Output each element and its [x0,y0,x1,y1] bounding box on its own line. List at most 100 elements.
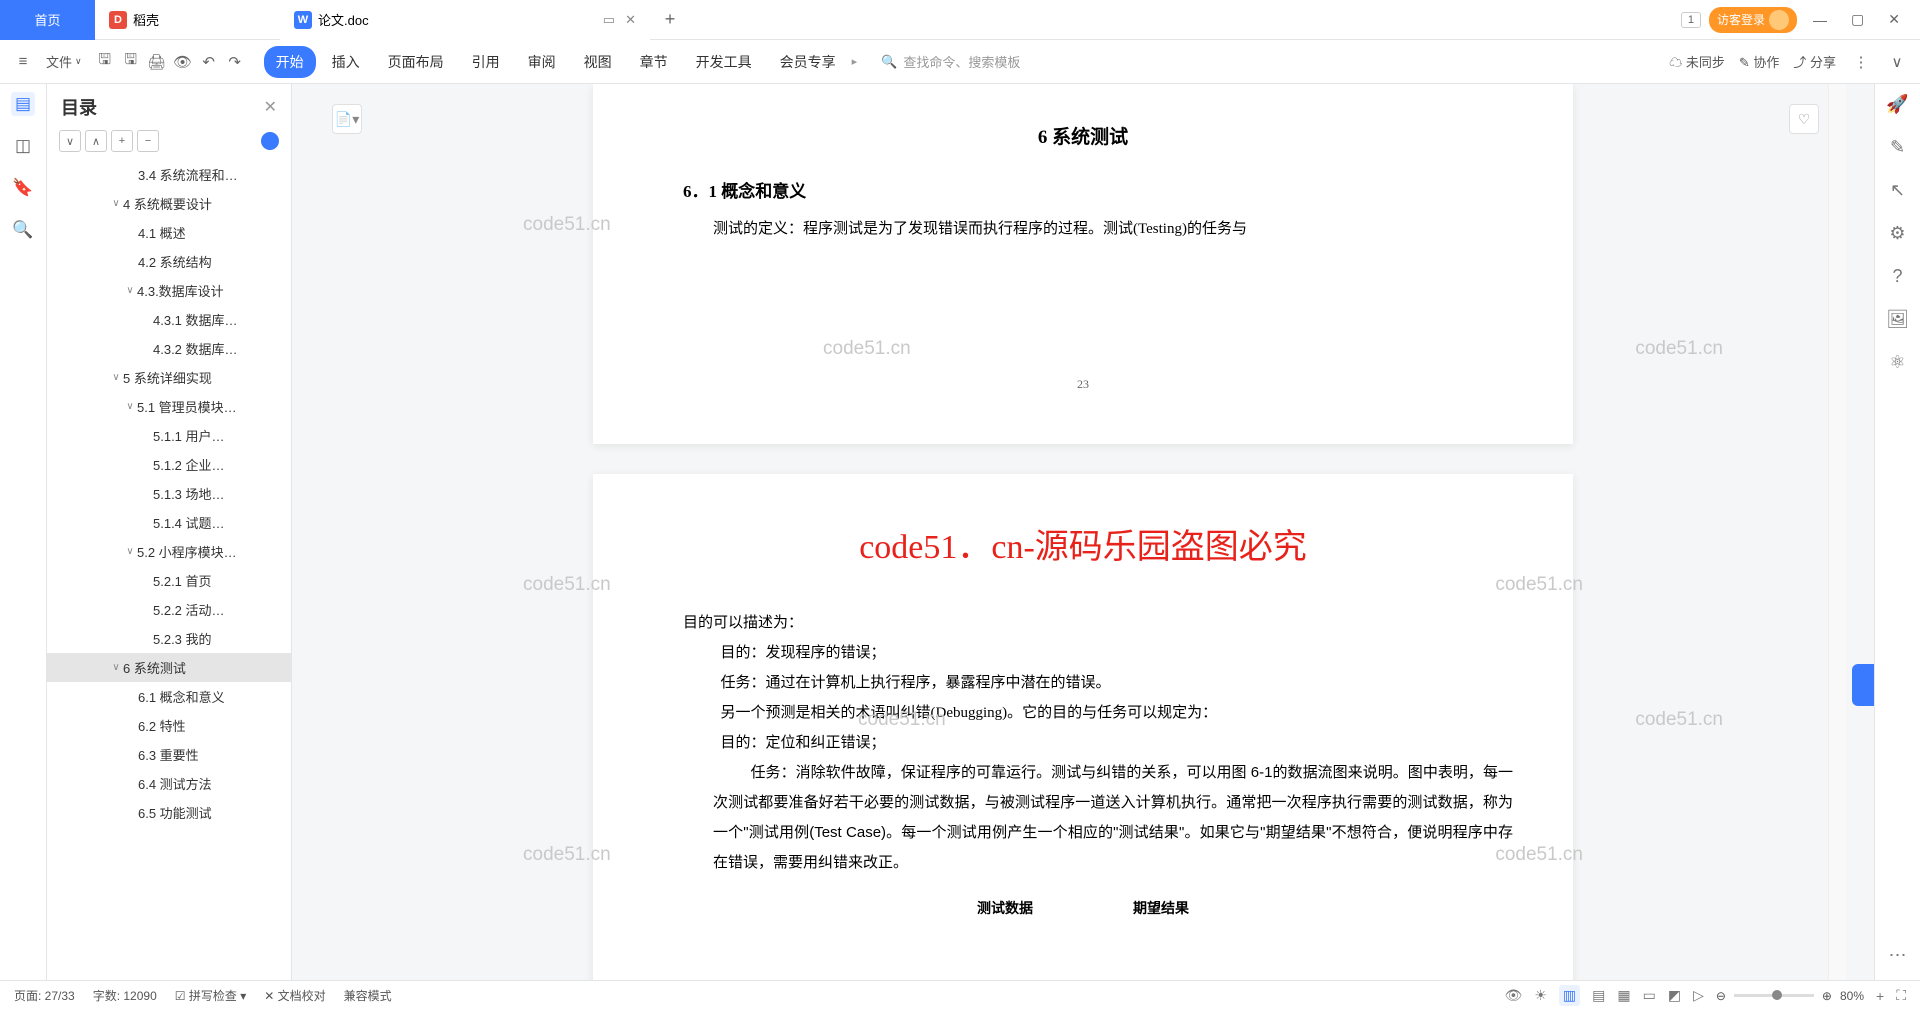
outline-item[interactable]: 3.4 系统流程和… [47,160,291,189]
cursor-icon[interactable]: ↖ [1890,180,1905,201]
outline-item[interactable]: 5.1.4 试题… [47,508,291,537]
grid-icon[interactable]: ▷ [1693,987,1704,1004]
outline-collapse-all[interactable]: ∨ [59,130,81,152]
outline-item[interactable]: 4.3.1 数据库… [47,305,291,334]
status-words[interactable]: 字数: 12090 [93,987,157,1004]
view-page-icon[interactable]: ▥ [1559,985,1580,1006]
status-proofread[interactable]: ✕ 文档校对 [264,987,325,1004]
chevron-icon[interactable]: ∨ [123,285,137,296]
outline-item[interactable]: ∨4.3.数据库设计 [47,276,291,305]
view-web-icon[interactable]: ▦ [1617,987,1630,1004]
outline-ai-icon[interactable] [261,132,279,150]
chevron-icon[interactable]: ∨ [109,662,123,673]
chevron-icon[interactable]: ∨ [109,372,123,383]
outline-item[interactable]: 5.1.3 场地… [47,479,291,508]
outline-icon[interactable]: ▤ [11,92,35,116]
menu-review[interactable]: 审阅 [516,46,568,78]
zoom-control[interactable]: ⊖ ⊕ 80% [1716,989,1864,1003]
outline-add[interactable]: + [111,130,133,152]
search-panel-icon[interactable]: 🔍 [11,218,35,242]
chevron-icon[interactable]: ∨ [123,401,137,412]
outline-item[interactable]: 6.5 功能测试 [47,798,291,827]
print-icon[interactable]: 🖨 [146,51,168,73]
outline-item[interactable]: ∨4 系统概要设计 [47,189,291,218]
more-tools-icon[interactable]: ⋯ [1889,945,1907,966]
menu-devtools[interactable]: 开发工具 [684,46,764,78]
save-icon[interactable]: 🖫 [94,51,116,73]
share-button[interactable]: ⤴ 分享 [1793,52,1836,71]
file-menu[interactable]: 文件 ∨ [38,48,90,75]
outline-item[interactable]: 6.3 重要性 [47,740,291,769]
tab-dao[interactable]: D稻壳 [95,0,280,40]
document-viewport[interactable]: 📄▾ ♡ 6 系统测试 6．1 概念和意义 测试的定义：程序测试是为了发现错误而… [292,84,1874,980]
menu-view[interactable]: 视图 [572,46,624,78]
window-count-badge[interactable]: 1 [1681,12,1701,28]
outline-item[interactable]: 5.2.1 首页 [47,566,291,595]
outline-close-icon[interactable]: ✕ [264,97,277,117]
tab-home[interactable]: 首页 [0,0,95,40]
float-filter-icon[interactable]: ♡ [1789,104,1819,134]
preview-icon[interactable]: 👁 [172,51,194,73]
chevron-icon[interactable]: ∨ [123,546,137,557]
outline-item[interactable]: 5.2.2 活动… [47,595,291,624]
tab-close-icon[interactable]: ✕ [625,12,636,28]
outline-item[interactable]: 6.4 测试方法 [47,769,291,798]
edit-icon[interactable]: ✎ [1890,137,1905,158]
outline-item[interactable]: ∨5.1 管理员模块… [47,392,291,421]
coop-button[interactable]: ✎ 协作 [1739,52,1780,71]
outline-item[interactable]: 5.1.1 用户… [47,421,291,450]
undo-icon[interactable]: ↶ [198,51,220,73]
rocket-icon[interactable]: 🚀 [1886,94,1908,115]
menu-insert[interactable]: 插入 [320,46,372,78]
menu-layout[interactable]: 页面布局 [376,46,456,78]
status-compat[interactable]: 兼容模式 [344,987,392,1004]
minimize-button[interactable]: — [1805,8,1835,32]
settings-icon[interactable]: ⚙ [1889,223,1905,244]
outline-remove[interactable]: − [137,130,159,152]
status-spellcheck[interactable]: ☑ 拼写检查 ▾ [175,987,246,1004]
float-doc-icon[interactable]: 📄▾ [332,104,362,134]
view-focus-icon[interactable]: ◩ [1668,987,1681,1004]
outline-expand-all[interactable]: ∧ [85,130,107,152]
zoom-slider[interactable] [1734,994,1814,997]
vertical-ruler[interactable] [1828,84,1846,980]
outline-item[interactable]: 6.2 特性 [47,711,291,740]
fullscreen-icon[interactable]: ⛶ [1896,987,1906,1004]
search-box[interactable]: 🔍查找命令、搜索模板 [881,52,1020,71]
view-outline-icon[interactable]: ▤ [1592,987,1605,1004]
redo-icon[interactable]: ↷ [224,51,246,73]
chevron-icon[interactable]: ∨ [109,198,123,209]
outline-item[interactable]: 4.1 概述 [47,218,291,247]
outline-item[interactable]: ∨5.2 小程序模块… [47,537,291,566]
outline-item[interactable]: 6.1 概念和意义 [47,682,291,711]
add-icon[interactable]: + [1876,988,1884,1004]
guest-login-button[interactable]: 访客登录 [1709,7,1797,33]
eye-icon[interactable]: 👁 [1505,987,1523,1004]
menu-references[interactable]: 引用 [460,46,512,78]
save-as-icon[interactable]: 🖫 [120,51,142,73]
bookmark-icon[interactable]: 🔖 [11,176,35,200]
atom-icon[interactable]: ⚛ [1889,352,1905,373]
outline-item[interactable]: 4.3.2 数据库… [47,334,291,363]
outline-item[interactable]: 5.2.3 我的 [47,624,291,653]
more-icon[interactable]: ⋮ [1850,51,1872,73]
zoom-in-icon[interactable]: ⊕ [1822,989,1832,1003]
menu-member[interactable]: 会员专享 [768,46,848,78]
outline-item[interactable]: 5.1.2 企业… [47,450,291,479]
outline-item[interactable]: ∨5 系统详细实现 [47,363,291,392]
tab-window-icon[interactable]: ▭ [603,12,615,28]
outline-item[interactable]: ∨6 系统测试 [47,653,291,682]
menu-chapter[interactable]: 章节 [628,46,680,78]
maximize-button[interactable]: ▢ [1843,7,1872,32]
view-read-icon[interactable]: ▭ [1643,987,1656,1004]
side-tab[interactable] [1852,664,1874,706]
status-page[interactable]: 页面: 27/33 [14,987,75,1004]
collapse-icon[interactable]: ∨ [1886,51,1908,73]
zoom-value[interactable]: 80% [1840,989,1864,1003]
box-icon[interactable]: ◫ [11,134,35,158]
menu-more-icon[interactable]: ▸ [852,55,858,68]
sun-icon[interactable]: ☀ [1534,987,1547,1004]
hamburger-icon[interactable]: ≡ [12,51,34,73]
sync-button[interactable]: ☁ 未同步 [1669,52,1725,71]
menu-start[interactable]: 开始 [264,46,316,78]
